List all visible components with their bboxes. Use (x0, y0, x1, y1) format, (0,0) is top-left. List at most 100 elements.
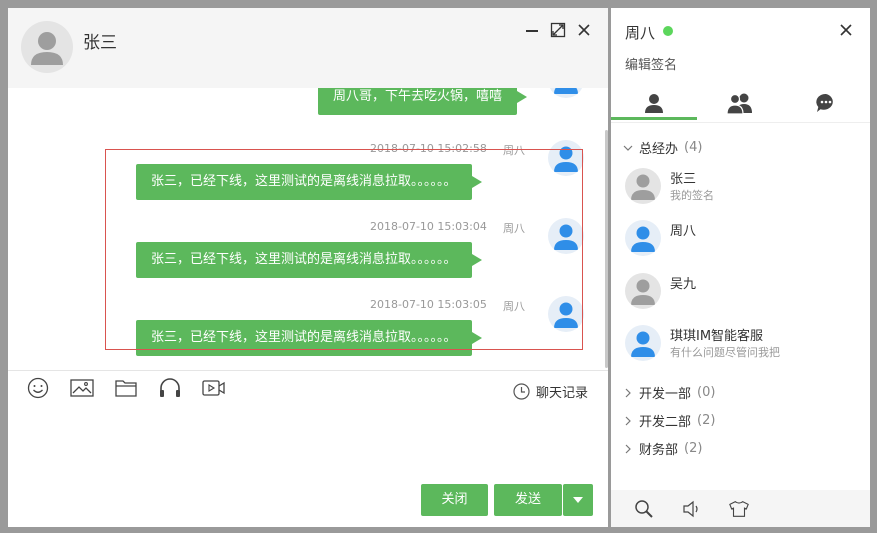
contact-avatar[interactable] (21, 21, 73, 73)
search-button[interactable] (633, 499, 655, 519)
message-timestamp: 2018-07-10 15:03:04 (370, 220, 487, 233)
contact-name: 周八 (670, 224, 697, 239)
message-input[interactable] (22, 406, 598, 480)
group-name: 财务部 (639, 443, 679, 458)
emoji-button[interactable] (26, 377, 50, 399)
contact-item[interactable]: 琪琪IM智能客服 有什么问题尽管问我把 (611, 321, 870, 367)
maximize-button[interactable] (549, 21, 567, 39)
contacts-panel: 周八 编辑签名 总经办 (4) 张三 我的签名 周八 吴九 琪琪IM智能客服 有… (611, 8, 870, 527)
message-sender: 周八 (503, 222, 525, 235)
contact-item[interactable]: 周八 (611, 216, 870, 262)
user-placeholder-icon (631, 174, 655, 200)
toolbar-divider (8, 370, 608, 371)
group-count: (4) (684, 140, 703, 155)
user-placeholder-icon (554, 146, 578, 172)
group-header[interactable]: 开发一部 (0) (623, 383, 715, 402)
group-header[interactable]: 总经办 (4) (623, 138, 702, 157)
file-button[interactable] (114, 377, 138, 399)
group-icon (726, 93, 752, 114)
tab-contacts[interactable] (625, 88, 683, 118)
user-placeholder-icon (554, 302, 578, 328)
active-tab-indicator (611, 117, 697, 120)
sender-avatar[interactable] (548, 88, 584, 98)
message-timestamp: 2018-07-10 15:02:58 (370, 142, 487, 155)
contact-item[interactable]: 吴九 (611, 269, 870, 315)
shirt-icon (729, 501, 749, 517)
close-icon (840, 24, 852, 36)
speaker-icon (683, 500, 698, 518)
group-count: (2) (697, 413, 716, 428)
video-icon (202, 380, 225, 396)
close-window-button[interactable] (575, 21, 593, 39)
clock-icon (513, 383, 530, 400)
message-sender: 周八 (503, 300, 525, 313)
video-call-button[interactable] (202, 377, 226, 399)
emoji-icon (27, 377, 49, 399)
group-count: (2) (684, 441, 703, 456)
user-placeholder-icon (631, 279, 655, 305)
contact-name: 吴九 (670, 277, 697, 292)
online-status-indicator (663, 26, 673, 36)
contact-avatar (625, 273, 661, 309)
chat-title: 张三 (83, 33, 117, 53)
group-header[interactable]: 开发二部 (2) (623, 411, 715, 430)
minimize-button[interactable] (523, 21, 541, 39)
contact-signature: 我的签名 (670, 189, 714, 202)
group-header[interactable]: 财务部 (2) (623, 439, 702, 458)
audio-call-button[interactable] (158, 377, 182, 399)
tab-groups[interactable] (711, 88, 769, 118)
chat-history-label: 聊天记录 (536, 386, 589, 401)
message-scrollbar[interactable] (605, 130, 608, 368)
chat-history-button[interactable]: 聊天记录 (513, 382, 588, 401)
folder-icon (115, 380, 137, 397)
minimize-icon (526, 30, 538, 32)
contact-signature: 有什么问题尽管问我把 (670, 346, 780, 359)
message-timestamp: 2018-07-10 15:03:05 (370, 298, 487, 311)
close-panel-button[interactable] (837, 21, 855, 39)
skin-button[interactable] (728, 499, 750, 519)
close-chat-button[interactable]: 关闭 (421, 484, 488, 516)
maximize-icon (550, 22, 566, 38)
user-placeholder-icon (554, 88, 578, 94)
chevron-right-icon (625, 416, 631, 425)
message-sender: 周八 (503, 144, 525, 157)
group-name: 总经办 (639, 142, 679, 157)
user-placeholder-icon (631, 331, 655, 357)
chat-window: 张三 周八哥，下午去吃火锅，嘻嘻 2018-07-10 15:02:58 周八 … (8, 8, 608, 527)
chat-icon (816, 93, 833, 112)
send-button[interactable]: 发送 (494, 484, 562, 516)
sender-avatar[interactable] (548, 140, 584, 176)
group-count: (0) (697, 385, 716, 400)
message-bubble: 张三，已经下线，这里测试的是离线消息拉取。。。。。。 (136, 242, 482, 278)
caret-down-icon (573, 497, 583, 503)
tab-divider (611, 122, 870, 123)
chevron-down-icon (623, 145, 633, 151)
edit-signature-link[interactable]: 编辑签名 (625, 54, 677, 73)
sender-avatar[interactable] (548, 296, 584, 332)
send-options-button[interactable] (563, 484, 593, 516)
close-icon (578, 24, 590, 36)
message-list[interactable]: 周八哥，下午去吃火锅，嘻嘻 2018-07-10 15:02:58 周八 张三，… (8, 88, 608, 370)
contact-item[interactable]: 张三 我的签名 (611, 164, 870, 210)
message-bubble: 张三，已经下线，这里测试的是离线消息拉取。。。。。。 (136, 164, 482, 200)
sender-avatar[interactable] (548, 218, 584, 254)
user-placeholder-icon (631, 226, 655, 252)
search-icon (635, 500, 653, 518)
contact-name: 张三 (670, 172, 697, 187)
user-placeholder-icon (31, 32, 63, 65)
contact-avatar (625, 220, 661, 256)
message-bubble: 张三，已经下线，这里测试的是离线消息拉取。。。。。。 (136, 320, 482, 356)
image-icon (70, 379, 94, 397)
chat-header: 张三 (8, 8, 608, 88)
headphones-icon (160, 378, 180, 397)
image-button[interactable] (70, 377, 94, 399)
contact-avatar (625, 325, 661, 361)
group-name: 开发一部 (639, 387, 692, 402)
chevron-right-icon (625, 388, 631, 397)
contact-avatar (625, 168, 661, 204)
sound-button[interactable] (681, 499, 703, 519)
message-bubble: 周八哥，下午去吃火锅，嘻嘻 (318, 88, 528, 115)
tab-recent-chats[interactable] (797, 88, 855, 118)
current-user-name: 周八 (625, 24, 656, 42)
panel-footer (611, 490, 870, 527)
